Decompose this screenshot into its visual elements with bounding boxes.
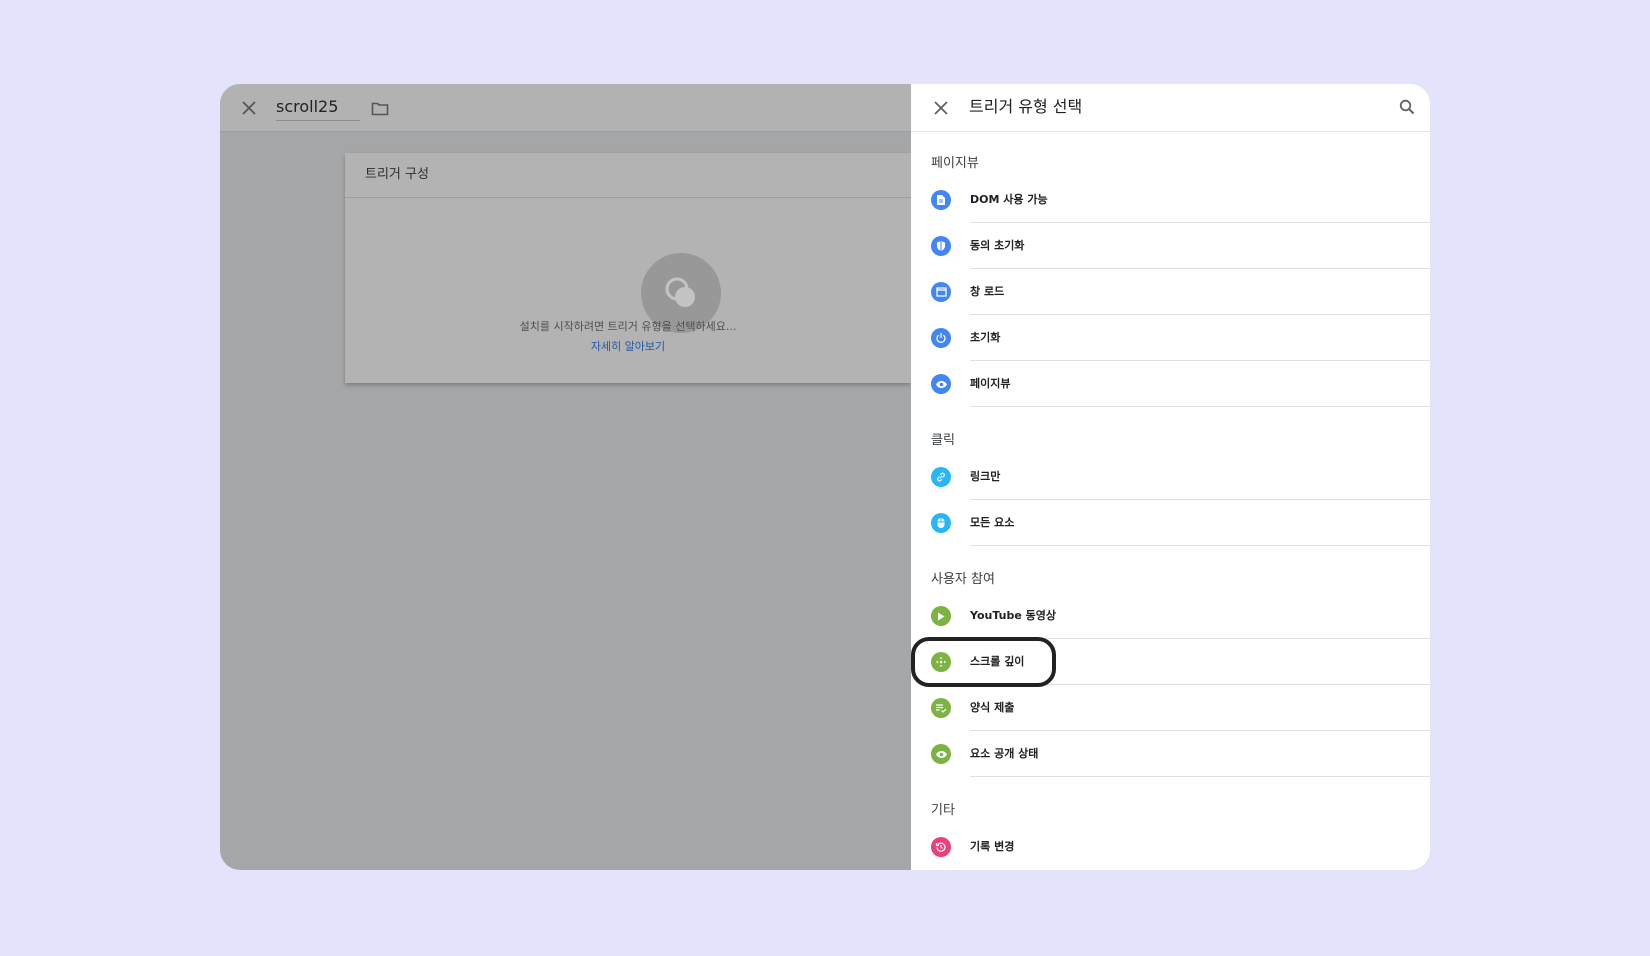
divider [970,406,1430,407]
trigger-form-submit[interactable]: 양식 제출 [911,685,1430,731]
history-icon [931,837,951,857]
folder-icon[interactable] [368,96,392,120]
trigger-label: 초기화 [970,331,1001,344]
trigger-label: 창 로드 [970,285,1005,298]
mouse-icon [931,513,951,533]
shield-icon [931,236,951,256]
trigger-label: YouTube 동영상 [970,609,1056,622]
form-check-icon [931,698,951,718]
app-window: scroll25 트리거 구성 설치를 시작하려면 트리거 유형을 선택하세요.… [220,84,1430,870]
divider [345,197,911,198]
trigger-element-visibility[interactable]: 요소 공개 상태 [911,731,1430,777]
editor-topbar: scroll25 [220,84,911,132]
section-pageview: 페이지뷰 [931,156,979,171]
trigger-consent-init[interactable]: 동의 초기화 [911,223,1430,269]
search-icon[interactable] [1395,95,1419,119]
config-hint: 설치를 시작하려면 트리거 유형을 선택하세요... [519,320,737,333]
trigger-label: 스크롤 깊이 [970,655,1025,668]
trigger-initialization[interactable]: 초기화 [911,315,1430,361]
link-icon [931,467,951,487]
eye-icon [931,744,951,764]
trigger-editor: scroll25 트리거 구성 설치를 시작하려면 트리거 유형을 선택하세요.… [220,84,911,870]
trigger-just-links[interactable]: 링크만 [911,454,1430,500]
trigger-label: 요소 공개 상태 [970,747,1039,760]
learn-more-link[interactable]: 자세히 알아보기 [345,338,911,354]
trigger-label: 기록 변경 [970,840,1015,853]
panel-title: 트리거 유형 선택 [969,97,1083,116]
document-icon [931,190,951,210]
close-icon[interactable] [237,96,261,120]
close-icon[interactable] [929,96,953,120]
section-engagement: 사용자 참여 [931,572,995,587]
divider [970,545,1430,546]
divider [970,776,1430,777]
trigger-page-view[interactable]: 페이지뷰 [911,361,1430,407]
trigger-label: 모든 요소 [970,516,1015,529]
trigger-all-elements[interactable]: 모든 요소 [911,500,1430,546]
section-other: 기타 [931,803,955,818]
trigger-window-loaded[interactable]: 창 로드 [911,269,1430,315]
play-icon [931,606,951,626]
trigger-type-panel: 트리거 유형 선택 페이지뷰 DOM 사용 가능 동의 초기화 창 로드 초기화… [911,84,1430,870]
trigger-youtube-video[interactable]: YouTube 동영상 [911,593,1430,639]
panel-header: 트리거 유형 선택 [911,84,1430,132]
trigger-dom-ready[interactable]: DOM 사용 가능 [911,177,1430,223]
trigger-history-change[interactable]: 기록 변경 [911,824,1430,870]
trigger-label: 링크만 [970,470,1001,483]
section-click: 클릭 [931,433,955,448]
eye-icon [931,374,951,394]
move-arrows-icon [931,652,951,672]
power-icon [931,328,951,348]
trigger-label: 페이지뷰 [970,377,1011,390]
trigger-label: 동의 초기화 [970,239,1025,252]
config-card-title: 트리거 구성 [365,167,429,182]
trigger-name-field[interactable]: scroll25 [276,95,360,121]
trigger-config-card: 트리거 구성 설치를 시작하려면 트리거 유형을 선택하세요... 자세히 알아… [345,153,911,383]
window-icon [931,282,951,302]
trigger-label: 양식 제출 [970,701,1015,714]
trigger-scroll-depth[interactable]: 스크롤 깊이 [911,639,1430,685]
trigger-label: DOM 사용 가능 [970,193,1048,206]
